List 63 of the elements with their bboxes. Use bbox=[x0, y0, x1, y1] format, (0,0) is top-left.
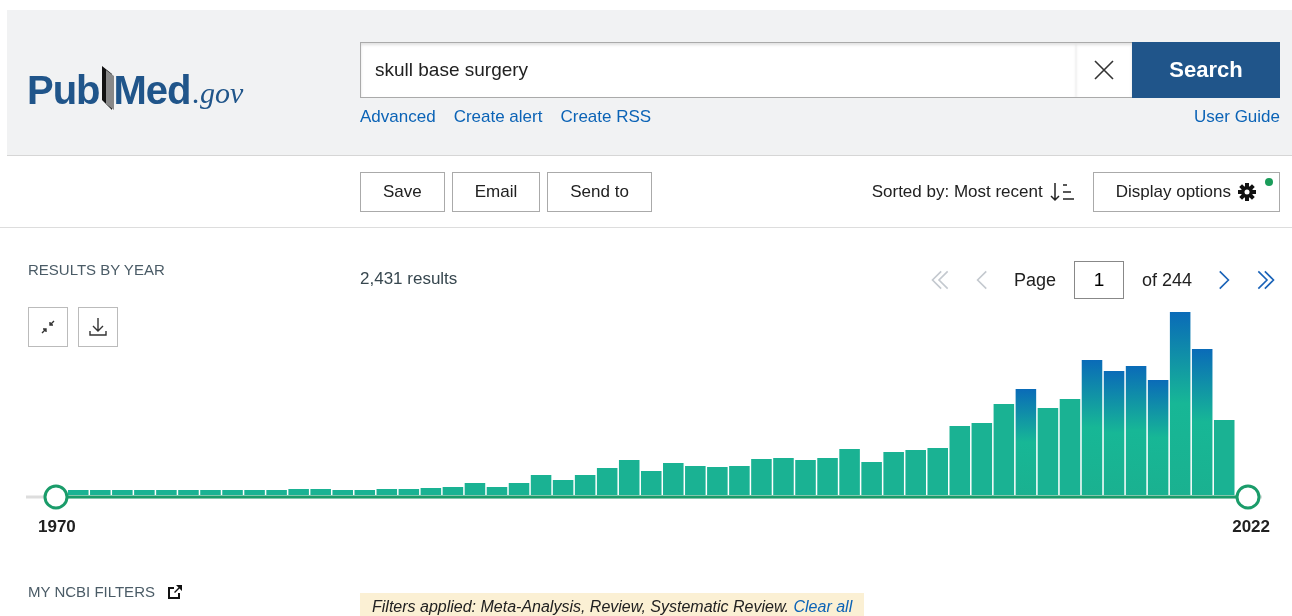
histogram-bar[interactable] bbox=[486, 487, 508, 495]
histogram-bar[interactable] bbox=[1147, 380, 1169, 495]
page-field[interactable]: 1 bbox=[1073, 261, 1124, 299]
histogram-bar[interactable] bbox=[574, 475, 596, 495]
logo-domain: .gov bbox=[192, 76, 244, 110]
histogram-bar[interactable] bbox=[376, 489, 398, 495]
filters-text: Filters applied: Meta-Analysis, Review, Systematic Review. bbox=[372, 598, 790, 615]
histogram-bar[interactable] bbox=[398, 489, 420, 495]
sort-label[interactable]: Sorted by: Most recent bbox=[871, 181, 1043, 202]
end-year: 2022 bbox=[1232, 517, 1270, 537]
histogram-bar[interactable] bbox=[420, 488, 442, 495]
sort-icon[interactable] bbox=[1048, 180, 1075, 203]
histogram-bar[interactable] bbox=[1059, 399, 1081, 495]
display-options-button[interactable]: Display options bbox=[1092, 171, 1280, 212]
histogram-bar[interactable] bbox=[993, 404, 1015, 495]
clear-all-link[interactable]: Clear all bbox=[793, 598, 853, 615]
histogram-bar[interactable] bbox=[618, 460, 640, 495]
histogram-bar[interactable] bbox=[442, 487, 464, 495]
user-guide-link[interactable]: User Guide bbox=[1194, 107, 1280, 127]
search-field[interactable]: skull base surgery bbox=[360, 42, 1076, 98]
collapse-button[interactable] bbox=[28, 307, 68, 347]
histogram-bar[interactable] bbox=[530, 475, 552, 495]
section-title: MY NCBI FILTERS bbox=[28, 583, 155, 600]
book-icon bbox=[99, 66, 114, 110]
histogram-bar[interactable] bbox=[508, 483, 530, 495]
start-year: 1970 bbox=[38, 517, 76, 537]
histogram-bar[interactable] bbox=[949, 426, 971, 495]
histogram-bar[interactable] bbox=[1191, 349, 1213, 495]
header-link[interactable]: Create alert bbox=[453, 107, 543, 127]
section-title: RESULTS BY YEAR bbox=[28, 261, 166, 278]
histogram-bar[interactable] bbox=[1081, 360, 1103, 495]
search-button[interactable]: Search bbox=[1132, 42, 1280, 98]
histogram-bar[interactable] bbox=[464, 483, 486, 495]
histogram-bar[interactable] bbox=[552, 480, 574, 495]
action-button[interactable]: Save bbox=[360, 171, 445, 212]
histogram-bar[interactable] bbox=[1125, 366, 1147, 495]
slider-handle[interactable] bbox=[1235, 484, 1261, 510]
action-button[interactable]: Email bbox=[451, 171, 541, 212]
logo-text: Med bbox=[113, 70, 191, 110]
header-link[interactable]: Advanced bbox=[360, 107, 436, 127]
histogram-bar[interactable] bbox=[1037, 408, 1059, 495]
histogram-bar[interactable] bbox=[971, 423, 993, 495]
header-link[interactable]: Create RSS bbox=[560, 107, 652, 127]
histogram-bar[interactable] bbox=[1015, 389, 1037, 495]
histogram-bar[interactable] bbox=[596, 468, 618, 495]
histogram-bar[interactable] bbox=[354, 490, 376, 495]
collapse-icon bbox=[39, 318, 57, 336]
slider-handle[interactable] bbox=[43, 484, 69, 510]
download-button[interactable] bbox=[78, 307, 118, 347]
close-icon bbox=[1093, 59, 1115, 81]
gear-icon bbox=[1237, 181, 1257, 202]
histogram-bar[interactable] bbox=[1213, 420, 1235, 495]
histogram-bar[interactable] bbox=[1169, 312, 1191, 495]
page-total: of 244 bbox=[1141, 269, 1192, 291]
histogram-bar[interactable] bbox=[1103, 371, 1125, 495]
external-link-icon[interactable] bbox=[166, 583, 183, 600]
action-button[interactable]: Send to bbox=[547, 171, 652, 212]
notification-dot bbox=[1265, 177, 1273, 186]
page-label: Page bbox=[1013, 269, 1056, 291]
results-count: 2,431 results bbox=[360, 269, 459, 289]
download-icon bbox=[87, 316, 109, 338]
logo-text: Pub bbox=[27, 70, 100, 110]
clear-button[interactable] bbox=[1076, 42, 1132, 98]
